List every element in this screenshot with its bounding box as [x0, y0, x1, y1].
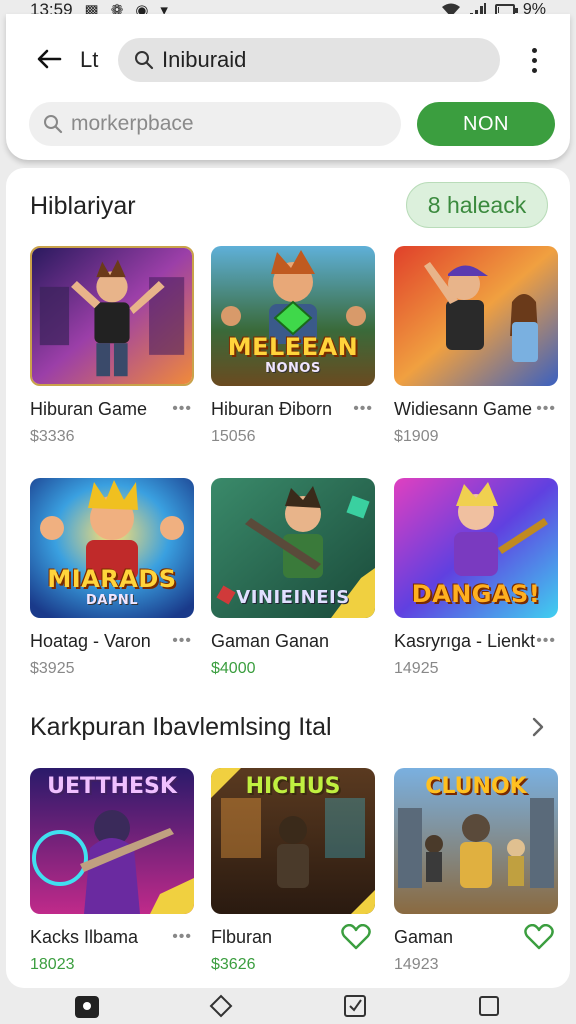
filter-input[interactable]: morkerpbace: [29, 102, 401, 146]
game-name: Hiburan Ðiborn: [211, 398, 333, 419]
more-icon[interactable]: •••: [536, 632, 560, 650]
section-title: Hiblariyar: [30, 192, 136, 220]
game-price: $3925: [30, 660, 75, 677]
game-logo-text: UETTHESK: [47, 774, 177, 799]
game-logo-text: DANGAS!: [394, 580, 558, 608]
card-name-row: Kasryrıga - Lienkt •••: [394, 630, 560, 652]
search-icon: [44, 115, 63, 134]
game-price: $3336: [30, 428, 75, 445]
game-logo-text: MIARADS DAPNL: [30, 565, 194, 608]
card-name-row: Widiesann Game •••: [394, 398, 560, 420]
dot-icon: [531, 67, 537, 73]
game-logo-text: VINIEINEIS: [211, 587, 375, 608]
card-name-row: Gaman Ganan: [211, 630, 377, 652]
filter-placeholder: morkerpbace: [71, 112, 194, 135]
game-card[interactable]: DANGAS! Kasryrıga - Lienkt ••• 14925: [394, 478, 560, 678]
game-thumbnail[interactable]: [30, 246, 194, 386]
card-name-row: Hoatag - Varon •••: [30, 630, 196, 652]
game-art: [394, 246, 558, 386]
game-price: $1909: [394, 428, 439, 445]
card-name-row: Hiburan Game •••: [30, 398, 196, 420]
back-button[interactable]: [34, 44, 64, 74]
see-all-button[interactable]: [526, 715, 550, 739]
search-input[interactable]: Iniburaid: [162, 47, 246, 73]
game-price: 14925: [394, 660, 439, 677]
bottom-navigation: [0, 988, 576, 1024]
dot-icon: [531, 47, 537, 53]
game-name: Hiburan Game: [30, 398, 148, 419]
square-icon: [479, 996, 499, 1016]
game-thumbnail[interactable]: UETTHESK: [30, 768, 194, 914]
logo-subtitle: NONOS: [265, 361, 321, 376]
battery-fill: [497, 7, 499, 13]
diamond-icon: [209, 994, 233, 1018]
game-card[interactable]: MELEEAN NONOS Hiburan Ðiborn ••• 15056: [211, 246, 377, 446]
game-thumbnail[interactable]: [394, 246, 558, 386]
card-name-row: Gaman: [394, 924, 560, 950]
chevron-right-icon: [532, 717, 544, 737]
game-card[interactable]: HICHUS Flburan $3626: [211, 768, 377, 974]
game-thumbnail[interactable]: MELEEAN NONOS: [211, 246, 375, 386]
card-name-row: Hiburan Ðiborn •••: [211, 398, 377, 420]
game-price: 15056: [211, 428, 256, 445]
logo-title: MELEEAN: [227, 333, 359, 361]
game-thumbnail[interactable]: CLUNOK: [394, 768, 558, 914]
game-thumbnail[interactable]: HICHUS: [211, 768, 375, 914]
game-card[interactable]: VINIEINEIS Gaman Ganan $4000: [211, 478, 377, 678]
heart-icon[interactable]: [522, 922, 556, 952]
game-thumbnail[interactable]: DANGAS!: [394, 478, 558, 618]
game-name: Kasryrıga - Lienkt: [394, 630, 536, 651]
count-pill[interactable]: 8 haleack: [406, 182, 548, 228]
game-logo-text: CLUNOK: [425, 774, 527, 799]
nav-explore[interactable]: [201, 988, 241, 1024]
game-price: 14923: [394, 956, 439, 973]
dot-icon: [531, 57, 537, 63]
more-options-button[interactable]: [524, 44, 544, 76]
game-card[interactable]: UETTHESK Kacks Ilbama ••• 18023: [30, 768, 196, 974]
logo-title: VINIEINEIS: [236, 587, 350, 608]
game-logo-text: HICHUS: [245, 774, 341, 799]
game-name: Hoatag - Varon: [30, 630, 151, 651]
page-title: Lt: [80, 47, 99, 72]
checkbox-icon: [344, 995, 366, 1017]
more-icon[interactable]: •••: [353, 400, 377, 418]
nav-home[interactable]: [67, 988, 107, 1024]
home-icon: [75, 996, 99, 1018]
game-name: Gaman Ganan: [211, 630, 330, 651]
nav-recent[interactable]: [469, 988, 509, 1024]
more-icon[interactable]: •••: [172, 400, 196, 418]
game-thumbnail[interactable]: MIARADS DAPNL: [30, 478, 194, 618]
heart-icon[interactable]: [339, 922, 373, 952]
game-price: $3626: [211, 956, 256, 973]
search-bar[interactable]: Iniburaid: [118, 38, 500, 82]
card-name-row: Flburan: [211, 924, 377, 950]
game-card[interactable]: Hiburan Game ••• $3336: [30, 246, 196, 446]
section-title: Karkpuran Ibavlemlsing Ital: [30, 713, 332, 741]
card-name-row: Kacks Ilbama •••: [30, 926, 196, 948]
game-card[interactable]: Widiesann Game ••• $1909: [394, 246, 560, 446]
game-name: Widiesann Game: [394, 398, 533, 419]
logo-title: MIARADS: [47, 565, 177, 593]
more-icon[interactable]: •••: [536, 400, 560, 418]
game-logo-text: MELEEAN NONOS: [211, 333, 375, 376]
top-header-card: Lt Iniburaid morkerpbace NON: [6, 14, 570, 160]
arrow-left-icon: [37, 49, 62, 69]
game-card[interactable]: CLUNOK Gaman 14923: [394, 768, 560, 974]
action-button[interactable]: NON: [417, 102, 555, 146]
game-card[interactable]: MIARADS DAPNL Hoatag - Varon ••• $3925: [30, 478, 196, 678]
game-art: [32, 248, 192, 384]
game-thumbnail[interactable]: VINIEINEIS: [211, 478, 375, 618]
search-icon: [135, 51, 154, 70]
logo-title: DANGAS!: [411, 580, 541, 608]
game-name: Flburan: [211, 926, 273, 947]
content-panel: Hiblariyar 8 haleack Hiburan Game ••• $3…: [6, 168, 570, 988]
more-icon[interactable]: •••: [172, 632, 196, 650]
game-name: Gaman: [394, 926, 454, 947]
logo-subtitle: DAPNL: [85, 593, 139, 608]
game-price: 18023: [30, 956, 75, 973]
more-icon[interactable]: •••: [172, 928, 196, 946]
nav-tasks[interactable]: [335, 988, 375, 1024]
game-name: Kacks Ilbama: [30, 926, 139, 947]
game-price: $4000: [211, 660, 256, 677]
